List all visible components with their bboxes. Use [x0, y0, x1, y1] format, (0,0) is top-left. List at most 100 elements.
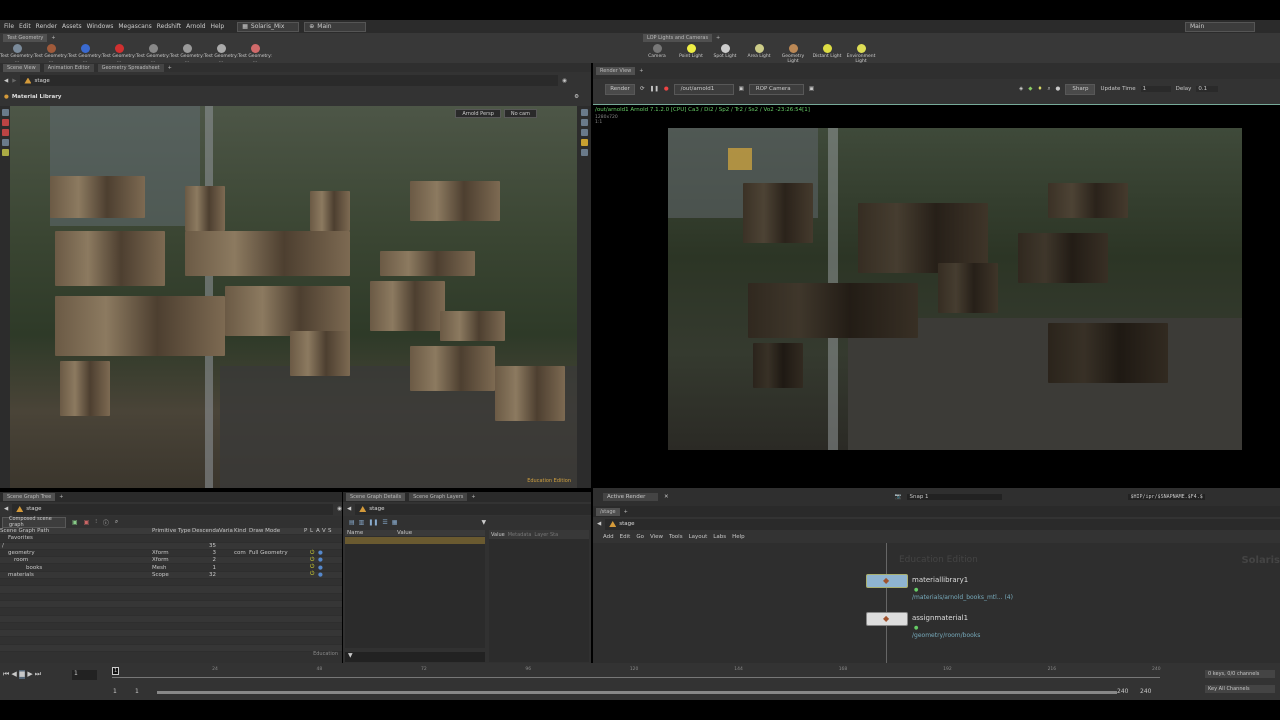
jump-start-icon[interactable]: ⏮	[3, 670, 9, 679]
table-row[interactable]: room Xform 2 ⏻ ●	[0, 557, 342, 565]
shelf-tab-lights[interactable]: LOP Lights and Cameras	[643, 33, 713, 42]
snap-name-field[interactable]: Snap 1	[907, 494, 1003, 500]
tab-scene-view[interactable]: Scene View	[3, 63, 40, 72]
col-s[interactable]: S	[328, 528, 334, 534]
grid-icon[interactable]: ▦	[392, 519, 398, 526]
rop-edit-icon[interactable]: ▣	[739, 86, 744, 92]
split-icon[interactable]: ❚❚	[368, 519, 378, 526]
tab-metadata[interactable]: Metadata	[508, 532, 532, 538]
camera-select[interactable]: ROP Camera	[748, 83, 804, 95]
select-tool-icon[interactable]	[1, 109, 9, 116]
playhead[interactable]: 1	[112, 667, 120, 675]
collection-icon[interactable]: ▣	[72, 519, 78, 526]
end-frame-2[interactable]: 240	[1140, 688, 1151, 695]
shelf-tool-point-light[interactable]: Point Light	[674, 44, 708, 64]
active-toggle-icon[interactable]: ⏻	[310, 571, 318, 578]
add-tab-icon[interactable]: +	[639, 68, 643, 74]
node-name[interactable]: materiallibrary1	[912, 576, 968, 584]
snapshot-icon[interactable]: 📷	[895, 494, 902, 500]
shelf-tool-area-light[interactable]: Area Light	[742, 44, 776, 64]
visibility-toggle-icon[interactable]: ●	[318, 550, 323, 556]
menu-help[interactable]: Help	[211, 23, 225, 30]
sphere-icon[interactable]: ●	[1056, 86, 1061, 92]
shelf-tool-distant-light[interactable]: Distant Light	[810, 44, 844, 64]
play-back-icon[interactable]: ◀	[11, 670, 16, 679]
columns-icon[interactable]: ⫶	[95, 518, 97, 526]
scale-tool-icon[interactable]	[1, 139, 9, 146]
shelf-tool-environment-light[interactable]: Environment Light	[844, 44, 878, 64]
col-type[interactable]: Primitive Type	[152, 528, 192, 534]
refresh-icon[interactable]: ⟳	[640, 86, 645, 92]
node-materiallibrary1[interactable]: ◆	[866, 574, 908, 588]
render-canvas[interactable]: /out/arnold1 Arnold 7.1.2.0 [CPU] Ca3 / …	[593, 104, 1280, 488]
shelf-tool-test-geometry[interactable]: Test Geometry: ...	[34, 44, 68, 64]
details-filter-field[interactable]: ▼	[345, 652, 485, 662]
menu-tools[interactable]: Tools	[669, 534, 683, 540]
back-icon[interactable]: ◀	[4, 506, 8, 512]
add-tab-icon[interactable]: +	[716, 35, 720, 41]
tab-value[interactable]: Value	[491, 532, 505, 538]
move-tool-icon[interactable]	[1, 119, 9, 126]
menu-layout[interactable]: Layout	[689, 534, 708, 540]
col-draw-mode[interactable]: Draw Mode	[249, 528, 304, 534]
wireframe-icon[interactable]	[580, 139, 588, 146]
col-value[interactable]: Value	[397, 530, 412, 536]
right-context-select[interactable]: Main	[1185, 21, 1255, 32]
stop-icon[interactable]: ■	[18, 670, 26, 679]
menu-help[interactable]: Help	[732, 534, 745, 540]
shelf-tool-geometry-light[interactable]: Geometry Light	[776, 44, 810, 64]
rows-icon[interactable]: ☰	[382, 519, 387, 526]
current-frame-field[interactable]: 1	[72, 670, 97, 680]
key-all-channels-button[interactable]: Key All Channels	[1205, 685, 1275, 693]
node-name[interactable]: assignmaterial1	[912, 614, 968, 622]
start-frame[interactable]: 1	[113, 688, 117, 695]
tab-scene-graph-layers[interactable]: Scene Graph Layers	[409, 493, 468, 501]
camera-icon[interactable]	[580, 119, 588, 126]
back-icon[interactable]: ◀	[347, 506, 351, 512]
tab-stage[interactable]: /stage	[596, 507, 620, 516]
menu-edit[interactable]: Edit	[19, 23, 31, 30]
jump-end-icon[interactable]: ⏭	[35, 670, 41, 679]
col-name[interactable]: Name	[345, 530, 397, 536]
menu-file[interactable]: File	[4, 23, 14, 30]
zoom-icon[interactable]: ⌕	[1047, 86, 1050, 93]
camera-edit-icon[interactable]: ▣	[809, 86, 814, 92]
add-tab-icon[interactable]: +	[471, 494, 475, 500]
renderer-menu[interactable]: Arnold Persp	[455, 109, 501, 118]
list-view-icon[interactable]: ▥	[359, 519, 365, 526]
end-frame[interactable]: 240	[1117, 688, 1128, 695]
network-path[interactable]: stage	[20, 75, 559, 86]
close-icon[interactable]: ✕	[664, 494, 669, 500]
menu-go[interactable]: Go	[636, 534, 644, 540]
track-icon[interactable]: ◈	[1019, 86, 1023, 92]
shelf-tool-camera[interactable]: Camera	[640, 44, 674, 64]
timeline-scrubber[interactable]: 24 48 72 96 120 144 168 192 216 240 1	[112, 667, 1161, 683]
table-row[interactable]: Favorites	[0, 535, 342, 543]
add-tab-icon[interactable]: +	[168, 65, 172, 71]
shelf-tool-test-geometry[interactable]: Test Geometry: ...	[238, 44, 272, 64]
desktop-select[interactable]: ▦ Solaris_Mix	[237, 21, 300, 32]
tab-layer-stack[interactable]: Layer Sta	[534, 532, 558, 538]
lock-icon[interactable]	[580, 109, 588, 116]
shelf-tool-test-geometry[interactable]: Test Geometry: ...	[68, 44, 102, 64]
search-icon[interactable]: ⌕	[115, 518, 118, 526]
back-icon[interactable]: ◀	[4, 78, 8, 84]
shelf-tool-test-geometry[interactable]: Test Geometry: ...	[136, 44, 170, 64]
tab-scene-graph-tree[interactable]: Scene Graph Tree	[3, 493, 56, 501]
update-time-field[interactable]: 1	[1140, 86, 1171, 92]
add-tab-icon[interactable]: +	[51, 35, 55, 41]
camera-menu[interactable]: No cam	[503, 109, 537, 118]
menu-view[interactable]: View	[650, 534, 663, 540]
sharp-select[interactable]: Sharp	[1065, 83, 1096, 95]
menu-edit[interactable]: Edit	[620, 534, 631, 540]
render-button[interactable]: Render	[605, 83, 635, 95]
play-icon[interactable]: ▶	[27, 670, 32, 679]
tab-animation-editor[interactable]: Animation Editor	[43, 63, 94, 72]
settings-icon[interactable]: ⚙	[574, 94, 579, 100]
shelf-tool-test-geometry[interactable]: Test Geometry: ...	[0, 44, 34, 64]
tree-view-icon[interactable]: ▤	[349, 519, 355, 526]
draw-mode-select[interactable]: Full Geometry	[249, 550, 304, 556]
shelf-tool-test-geometry[interactable]: Test Geometry: ...	[102, 44, 136, 64]
viewport[interactable]: Arnold Persp No cam Education Edition	[10, 106, 577, 488]
display-options-icon[interactable]	[580, 129, 588, 136]
